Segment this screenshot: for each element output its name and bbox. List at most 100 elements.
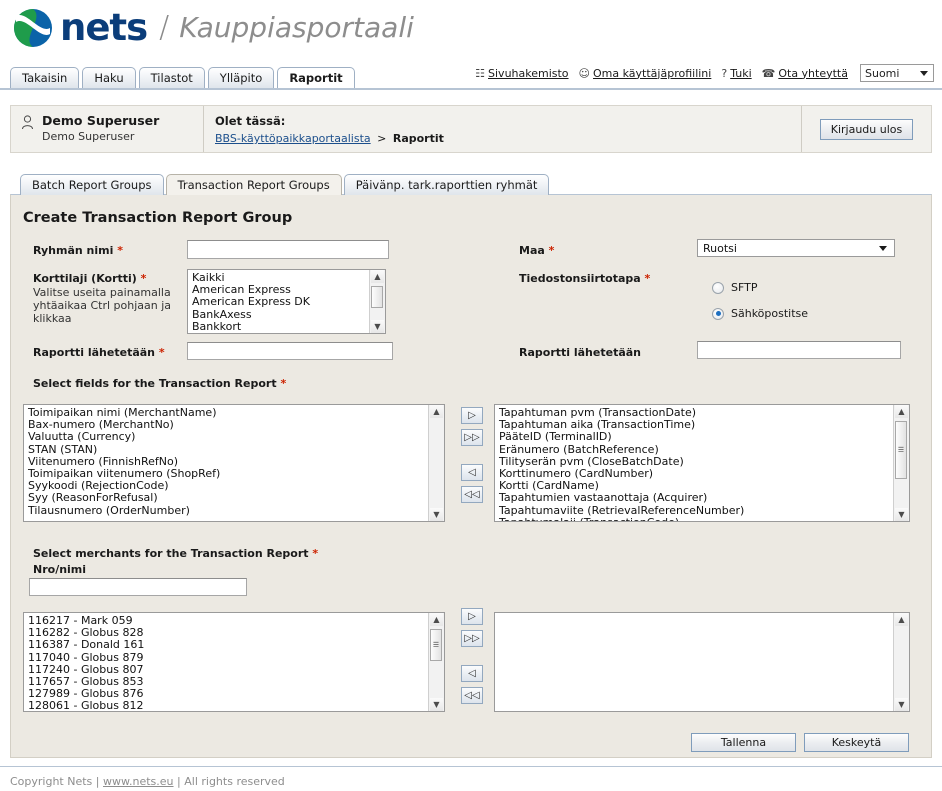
list-item[interactable]: STAN (STAN) — [27, 443, 428, 456]
list-item[interactable]: Valuutta (Currency) — [27, 431, 428, 443]
scrollbar-grip-icon: ☰ — [432, 641, 440, 649]
footer-site-link[interactable]: www.nets.eu — [103, 775, 174, 788]
country-select[interactable]: Ruotsi — [697, 239, 895, 257]
merchant-move-right-button[interactable]: ▷ — [461, 608, 483, 625]
card-type-label: Korttilaji (Kortti) * Valitse useita pai… — [33, 272, 178, 325]
cancel-button[interactable]: Keskeytä — [804, 733, 909, 752]
list-item[interactable]: Tapahtumien vastaanottaja (Acquirer) — [498, 492, 893, 504]
scroll-up-icon[interactable]: ▲ — [371, 270, 384, 283]
chevron-down-icon — [879, 245, 887, 251]
list-item[interactable]: PääteID (TerminalID) — [498, 431, 893, 443]
nav-tab-yllapito[interactable]: Ylläpito — [207, 67, 275, 88]
scrollbar-thumb[interactable]: ☰ — [430, 629, 442, 661]
nav-tab-tilastot[interactable]: Tilastot — [138, 67, 205, 88]
help-link[interactable]: Tuki — [730, 67, 751, 80]
nav-tab-raportit[interactable]: Raportit — [277, 67, 355, 88]
move-left-button[interactable]: ◁ — [461, 464, 483, 481]
card-type-listbox[interactable]: Kaikki American Express American Express… — [187, 269, 386, 334]
available-merchants-options: 116217 - Mark 059 116282 - Globus 828 11… — [24, 613, 428, 711]
merchant-move-all-right-button[interactable]: ▷▷ — [461, 630, 483, 647]
scroll-up-icon[interactable]: ▲ — [895, 613, 908, 626]
profile-link[interactable]: Oma käyttäjäprofiilini — [593, 67, 711, 80]
scroll-down-icon[interactable]: ▼ — [430, 508, 443, 521]
breadcrumb-link-portal[interactable]: BBS-käyttöpaikkaportaalista — [215, 132, 371, 145]
create-transaction-report-group-panel: Create Transaction Report Group Ryhmän n… — [10, 194, 932, 758]
list-item[interactable]: Eränumero (BatchReference) — [498, 443, 893, 456]
report-sent-left-label: Raportti lähetetään * — [33, 346, 165, 359]
merchant-move-left-button[interactable]: ◁ — [461, 665, 483, 682]
list-item[interactable]: Tapahtumalaji (TransactionCode) — [498, 516, 893, 521]
list-item[interactable]: Bankkort — [191, 320, 369, 333]
list-item[interactable]: American Express DK — [191, 296, 369, 308]
language-select[interactable]: Suomi — [860, 64, 934, 82]
contact-link[interactable]: Ota yhteyttä — [778, 67, 848, 80]
merchant-search-input[interactable] — [29, 578, 247, 596]
user-info: Demo Superuser Demo Superuser — [11, 106, 204, 152]
nav-tab-haku[interactable]: Haku — [82, 67, 136, 88]
list-item[interactable]: 117040 - Globus 879 — [27, 651, 428, 664]
move-all-left-button[interactable]: ◁◁ — [461, 486, 483, 503]
report-sent-right-input[interactable] — [697, 341, 901, 359]
scrollbar-thumb[interactable] — [371, 286, 383, 308]
scrollbar-thumb[interactable]: ☰ — [895, 421, 907, 479]
merchant-move-all-left-button[interactable]: ◁◁ — [461, 687, 483, 704]
portal-name: Kauppiasportaali — [179, 11, 414, 44]
merchant-search-label: Nro/nimi — [33, 563, 87, 576]
country-value: Ruotsi — [703, 241, 737, 255]
list-item[interactable]: Tapahtumaviite (RetrievalReferenceNumber… — [498, 504, 893, 517]
radio-icon-selected[interactable] — [712, 307, 724, 320]
required-marker: * — [312, 547, 319, 560]
scroll-down-icon[interactable]: ▼ — [371, 320, 384, 333]
report-sent-left-input[interactable] — [187, 342, 393, 360]
scroll-down-icon[interactable]: ▼ — [895, 508, 908, 521]
required-marker: * — [117, 244, 123, 257]
selected-merchants-scrollbar[interactable]: ▲ ▼ — [893, 613, 909, 711]
person-icon: ☺ — [578, 66, 591, 80]
move-right-button[interactable]: ▷ — [461, 407, 483, 424]
report-group-tabs: Batch Report Groups Transaction Report G… — [20, 174, 551, 195]
footer-separator-2: | — [177, 775, 181, 788]
scroll-down-icon[interactable]: ▼ — [895, 698, 908, 711]
list-item[interactable]: Syy (ReasonForRefusal) — [27, 492, 428, 504]
tab-batch-report-groups[interactable]: Batch Report Groups — [20, 174, 164, 195]
available-fields-listbox[interactable]: Toimipaikan nimi (MerchantName) Bax-nume… — [23, 404, 445, 522]
available-merchants-listbox[interactable]: 116217 - Mark 059 116282 - Globus 828 11… — [23, 612, 445, 712]
group-name-input[interactable] — [187, 240, 389, 259]
selected-fields-listbox[interactable]: Tapahtuman pvm (TransactionDate) Tapahtu… — [494, 404, 910, 522]
available-fields-scrollbar[interactable]: ▲ ▼ — [428, 405, 444, 521]
language-value: Suomi — [865, 66, 900, 80]
brand-logo[interactable]: nets / Kauppiasportaali — [12, 7, 414, 49]
transfer-option-email[interactable]: Sähköpostitse — [712, 307, 808, 320]
user-name: Demo Superuser — [42, 113, 160, 128]
transfer-option-sftp[interactable]: SFTP — [712, 281, 757, 294]
tab-daily-check-report-groups[interactable]: Päivänp. tark.raporttien ryhmät — [343, 174, 550, 195]
list-item[interactable]: 128061 - Globus 812 — [27, 700, 428, 711]
selected-merchants-listbox[interactable]: ▲ ▼ — [494, 612, 910, 712]
list-item[interactable]: Tilausnumero (OrderNumber) — [27, 504, 428, 517]
footer: Copyright Nets | www.nets.eu | All right… — [10, 775, 285, 788]
required-marker: * — [548, 244, 555, 257]
transfer-method-label: Tiedostonsiirtotapa * — [519, 272, 651, 285]
card-type-scrollbar[interactable]: ▲ ▼ — [369, 270, 385, 333]
scroll-down-icon[interactable]: ▼ — [430, 698, 443, 711]
logout-button[interactable]: Kirjaudu ulos — [819, 118, 914, 140]
sitemap-link[interactable]: Sivuhakemisto — [488, 67, 569, 80]
selected-fields-scrollbar[interactable]: ▲ ☰ ▼ — [893, 405, 909, 521]
list-item[interactable]: BankAxess — [191, 308, 369, 321]
scroll-up-icon[interactable]: ▲ — [895, 405, 908, 418]
scroll-up-icon[interactable]: ▲ — [430, 613, 443, 626]
tab-transaction-report-groups[interactable]: Transaction Report Groups — [165, 174, 342, 195]
nav-tab-takaisin[interactable]: Takaisin — [10, 67, 80, 88]
footer-rights: All rights reserved — [184, 775, 285, 788]
country-label: Maa * — [519, 244, 555, 257]
report-sent-right-label: Raportti lähetetään — [519, 346, 642, 359]
move-all-right-button[interactable]: ▷▷ — [461, 429, 483, 446]
available-merchants-scrollbar[interactable]: ▲ ☰ ▼ — [428, 613, 444, 711]
main-nav-tabs: Takaisin Haku Tilastot Ylläpito Raportit — [10, 67, 358, 88]
radio-icon[interactable] — [712, 281, 724, 294]
save-button[interactable]: Tallenna — [691, 733, 796, 752]
footer-divider — [0, 766, 942, 767]
scroll-up-icon[interactable]: ▲ — [430, 405, 443, 418]
breadcrumb-current: Raportit — [392, 132, 444, 145]
list-item[interactable]: 116387 - Donald 161 — [27, 639, 428, 651]
